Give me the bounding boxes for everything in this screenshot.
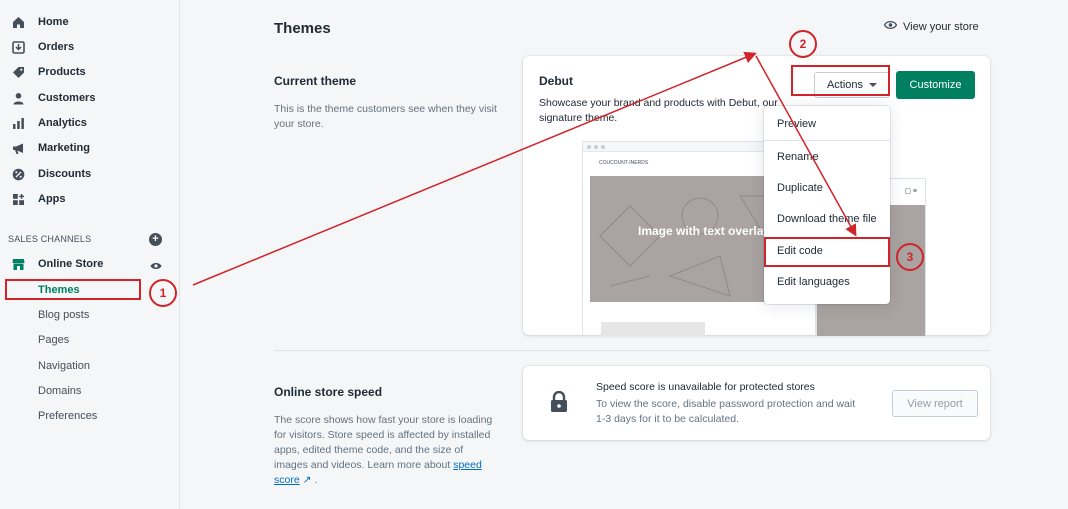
annotation-arrow	[192, 51, 757, 286]
annotation-arrow	[755, 55, 857, 237]
annotation-arrows	[192, 51, 857, 286]
